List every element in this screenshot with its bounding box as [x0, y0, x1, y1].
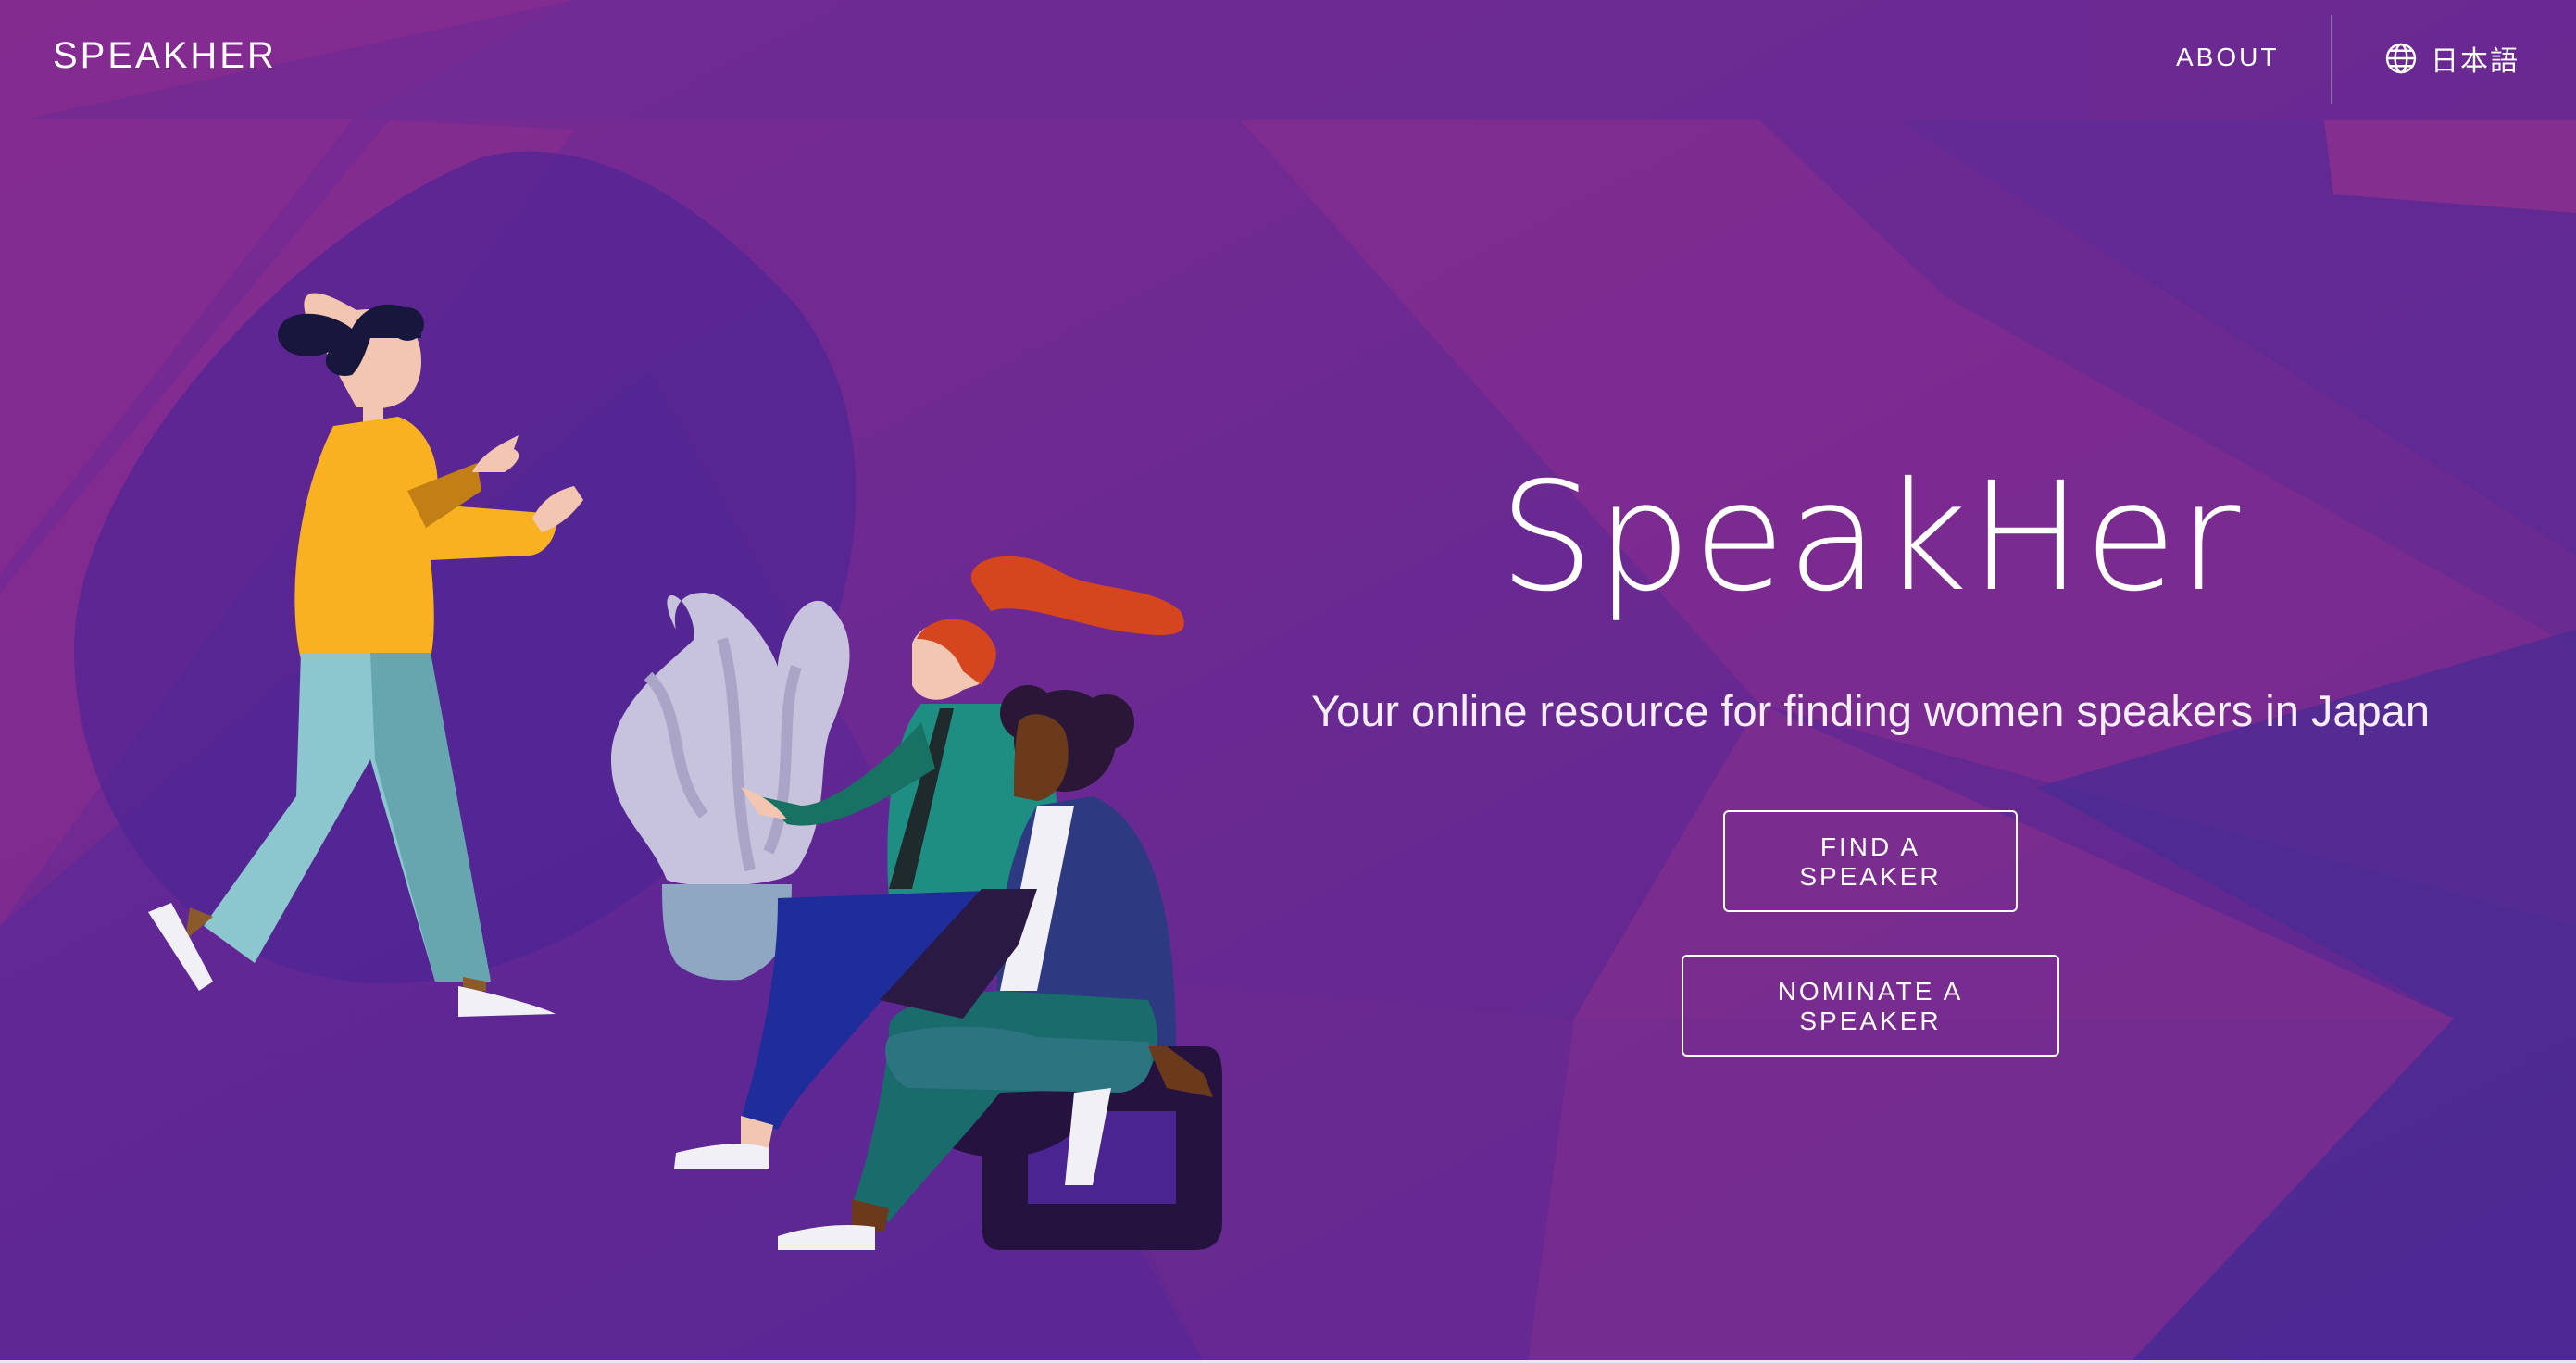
find-speaker-button[interactable]: FIND A SPEAKER — [1723, 810, 2018, 912]
nav-divider — [2331, 15, 2332, 104]
hero-subtitle: Your online resource for finding women s… — [1311, 686, 2430, 735]
globe-icon — [2385, 43, 2417, 74]
hero-title: SpeakHer — [1498, 451, 2243, 625]
language-label: 日本語 — [2431, 46, 2520, 77]
nav-about-link[interactable]: ABOUT — [2176, 43, 2279, 72]
hero-section: SpeakHer Your online resource for findin… — [1278, 463, 2463, 1057]
standing-woman-figure — [148, 293, 583, 1017]
landing-page: SPEAKHER ABOUT 日本語 SpeakHer Your online … — [0, 0, 2576, 1363]
language-switcher[interactable]: 日本語 — [2384, 37, 2520, 80]
people-talking-illustration — [148, 293, 1222, 1250]
nominate-speaker-button[interactable]: NOMINATE A SPEAKER — [1682, 955, 2059, 1057]
